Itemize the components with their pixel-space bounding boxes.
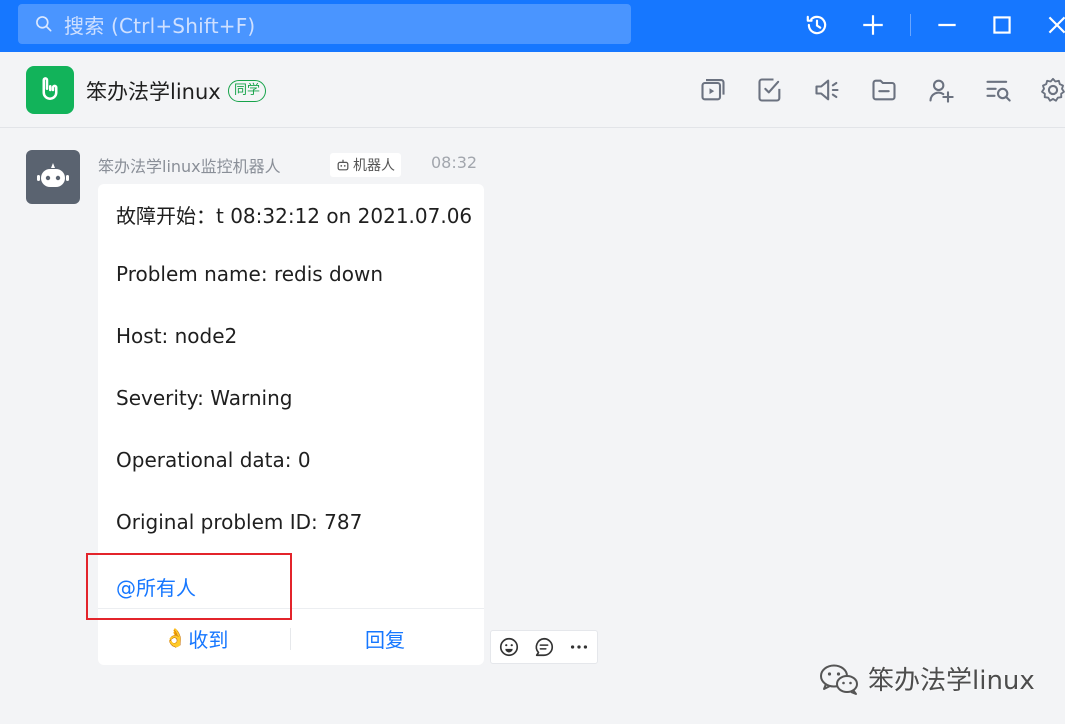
emoji-icon (499, 637, 518, 657)
group-avatar[interactable] (26, 66, 74, 114)
hand-icon (42, 77, 58, 100)
settings-button[interactable] (1037, 74, 1065, 106)
received-label: 收到 (188, 628, 229, 652)
group-name: 笨办法学linux (86, 80, 221, 104)
bot-tag-label: 机器人 (353, 158, 395, 174)
task-button[interactable] (754, 74, 786, 106)
robot-icon (37, 163, 69, 187)
received-button[interactable]: 👌 收到 (164, 624, 228, 653)
bot-avatar[interactable] (26, 150, 80, 204)
search-box[interactable]: 搜索 (Ctrl+Shift+F) (18, 4, 631, 44)
topbar-divider (910, 14, 911, 36)
message-line: 故障开始：t 08:32:12 on 2021.07.06 (116, 204, 473, 228)
message-line: Operational data: 0 (116, 448, 311, 472)
group-type-badge: 同学 (228, 80, 267, 102)
message-line: Host: node2 (116, 324, 238, 348)
search-history-icon (986, 80, 1011, 102)
title-bar: 搜索 (Ctrl+Shift+F) (0, 0, 1065, 52)
watermark: 笨办法学linux (818, 660, 1035, 697)
folder-icon (872, 79, 896, 101)
announcement-icon (815, 79, 839, 101)
settings-icon (1041, 77, 1065, 102)
more-icon (571, 645, 588, 649)
ok-hand-icon: 👌 (164, 628, 187, 649)
watermark-text: 笨办法学linux (868, 666, 1035, 696)
quote-reply-button[interactable] (526, 631, 561, 663)
add-member-button[interactable] (925, 74, 957, 106)
maximize-button[interactable] (985, 8, 1019, 42)
message-line: Original problem ID: 787 (116, 510, 363, 534)
add-member-icon (929, 79, 954, 103)
video-meeting-button[interactable] (697, 74, 729, 106)
comment-icon (535, 637, 553, 657)
history-icon (806, 15, 827, 35)
task-check-icon (758, 78, 781, 102)
search-history-button[interactable] (982, 74, 1014, 106)
maximize-icon (993, 16, 1011, 34)
close-icon (1048, 16, 1065, 34)
message-line: Problem name: redis down (116, 262, 384, 286)
add-button[interactable] (856, 8, 890, 42)
search-placeholder: 搜索 (Ctrl+Shift+F) (64, 13, 256, 38)
more-actions-button[interactable] (562, 631, 597, 663)
robot-small-icon (337, 159, 349, 171)
bot-tag: 机器人 (330, 153, 401, 177)
minimize-button[interactable] (930, 8, 964, 42)
files-button[interactable] (868, 74, 900, 106)
wechat-icon (820, 664, 858, 695)
search-icon (36, 16, 52, 32)
reaction-toolbar (490, 630, 598, 664)
history-button[interactable] (800, 8, 834, 42)
add-icon (863, 15, 883, 35)
highlight-annotation (86, 553, 292, 620)
close-button[interactable] (1040, 8, 1065, 42)
video-meeting-icon (701, 79, 725, 101)
minimize-icon (938, 23, 956, 27)
announcement-button[interactable] (811, 74, 843, 106)
sender-name: 笨办法学linux监控机器人 (98, 157, 281, 176)
action-divider (290, 628, 291, 650)
emoji-reaction-button[interactable] (491, 631, 526, 663)
reply-label: 回复 (365, 628, 405, 652)
chat-header: 笨办法学linux 同学 (0, 52, 1065, 128)
message-line: Severity: Warning (116, 386, 293, 410)
reply-button[interactable]: 回复 (365, 624, 405, 653)
message-time: 08:32 (431, 153, 478, 172)
